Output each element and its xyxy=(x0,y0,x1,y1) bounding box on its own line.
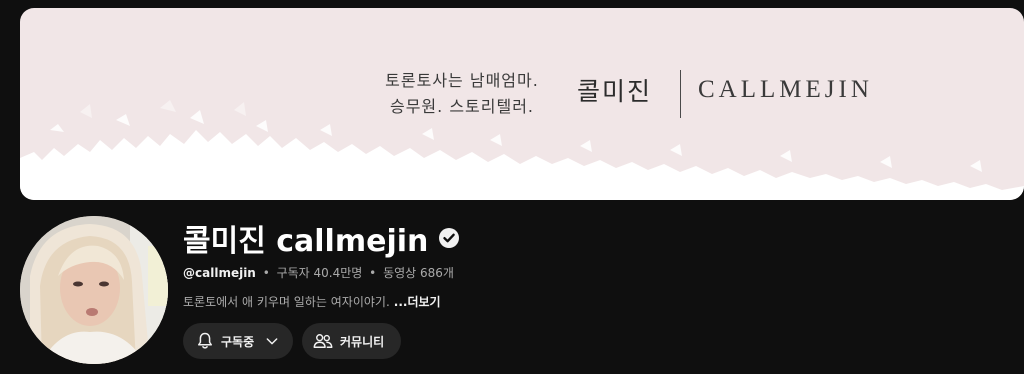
banner-logo-korean: 콜미진 xyxy=(577,77,653,106)
people-icon xyxy=(312,331,334,351)
meta-separator: • xyxy=(262,266,270,280)
banner-logo-english: CALLMEJIN xyxy=(698,76,873,103)
community-button[interactable]: 커뮤니티 xyxy=(302,323,401,359)
channel-handle[interactable]: @callmejin xyxy=(183,266,256,280)
channel-meta: @callmejin • 구독자 40.4만명 • 동영상 686개 xyxy=(183,264,454,281)
subscribed-button-label: 구독중 xyxy=(221,334,255,349)
banner-tagline-line1: 토론토사는 남매엄마. xyxy=(385,71,539,90)
bell-icon xyxy=(195,331,215,351)
chevron-down-icon xyxy=(264,333,280,349)
channel-title: 콜미진 callmejin xyxy=(183,215,460,261)
channel-page: 토론토사는 남매엄마. 승무원. 스토리텔러. 콜미진 CALLMEJIN 콜미… xyxy=(0,0,1024,374)
verified-check-icon xyxy=(438,227,460,249)
channel-description-text: 토론토에서 애 키우며 일하는 여자이야기. xyxy=(183,295,390,309)
subscriber-count: 구독자 40.4만명 xyxy=(276,266,363,280)
more-link[interactable]: ...더보기 xyxy=(394,295,441,309)
banner-tagline: 토론토사는 남매엄마. 승무원. 스토리텔러. xyxy=(362,68,562,120)
channel-name: 콜미진 callmejin xyxy=(183,224,429,259)
channel-avatar[interactable] xyxy=(20,216,168,364)
banner-tagline-line2: 승무원. 스토리텔러. xyxy=(389,97,535,116)
channel-description[interactable]: 토론토에서 애 키우며 일하는 여자이야기. ...더보기 xyxy=(183,293,441,310)
video-count: 동영상 686개 xyxy=(383,266,454,280)
avatar-portrait-image xyxy=(20,216,168,364)
subscribed-button[interactable]: 구독중 xyxy=(183,323,293,359)
meta-separator: • xyxy=(369,266,377,280)
channel-banner: 토론토사는 남매엄마. 승무원. 스토리텔러. 콜미진 CALLMEJIN xyxy=(20,8,1024,200)
banner-logo-divider xyxy=(680,70,681,118)
community-button-label: 커뮤니티 xyxy=(340,334,385,349)
